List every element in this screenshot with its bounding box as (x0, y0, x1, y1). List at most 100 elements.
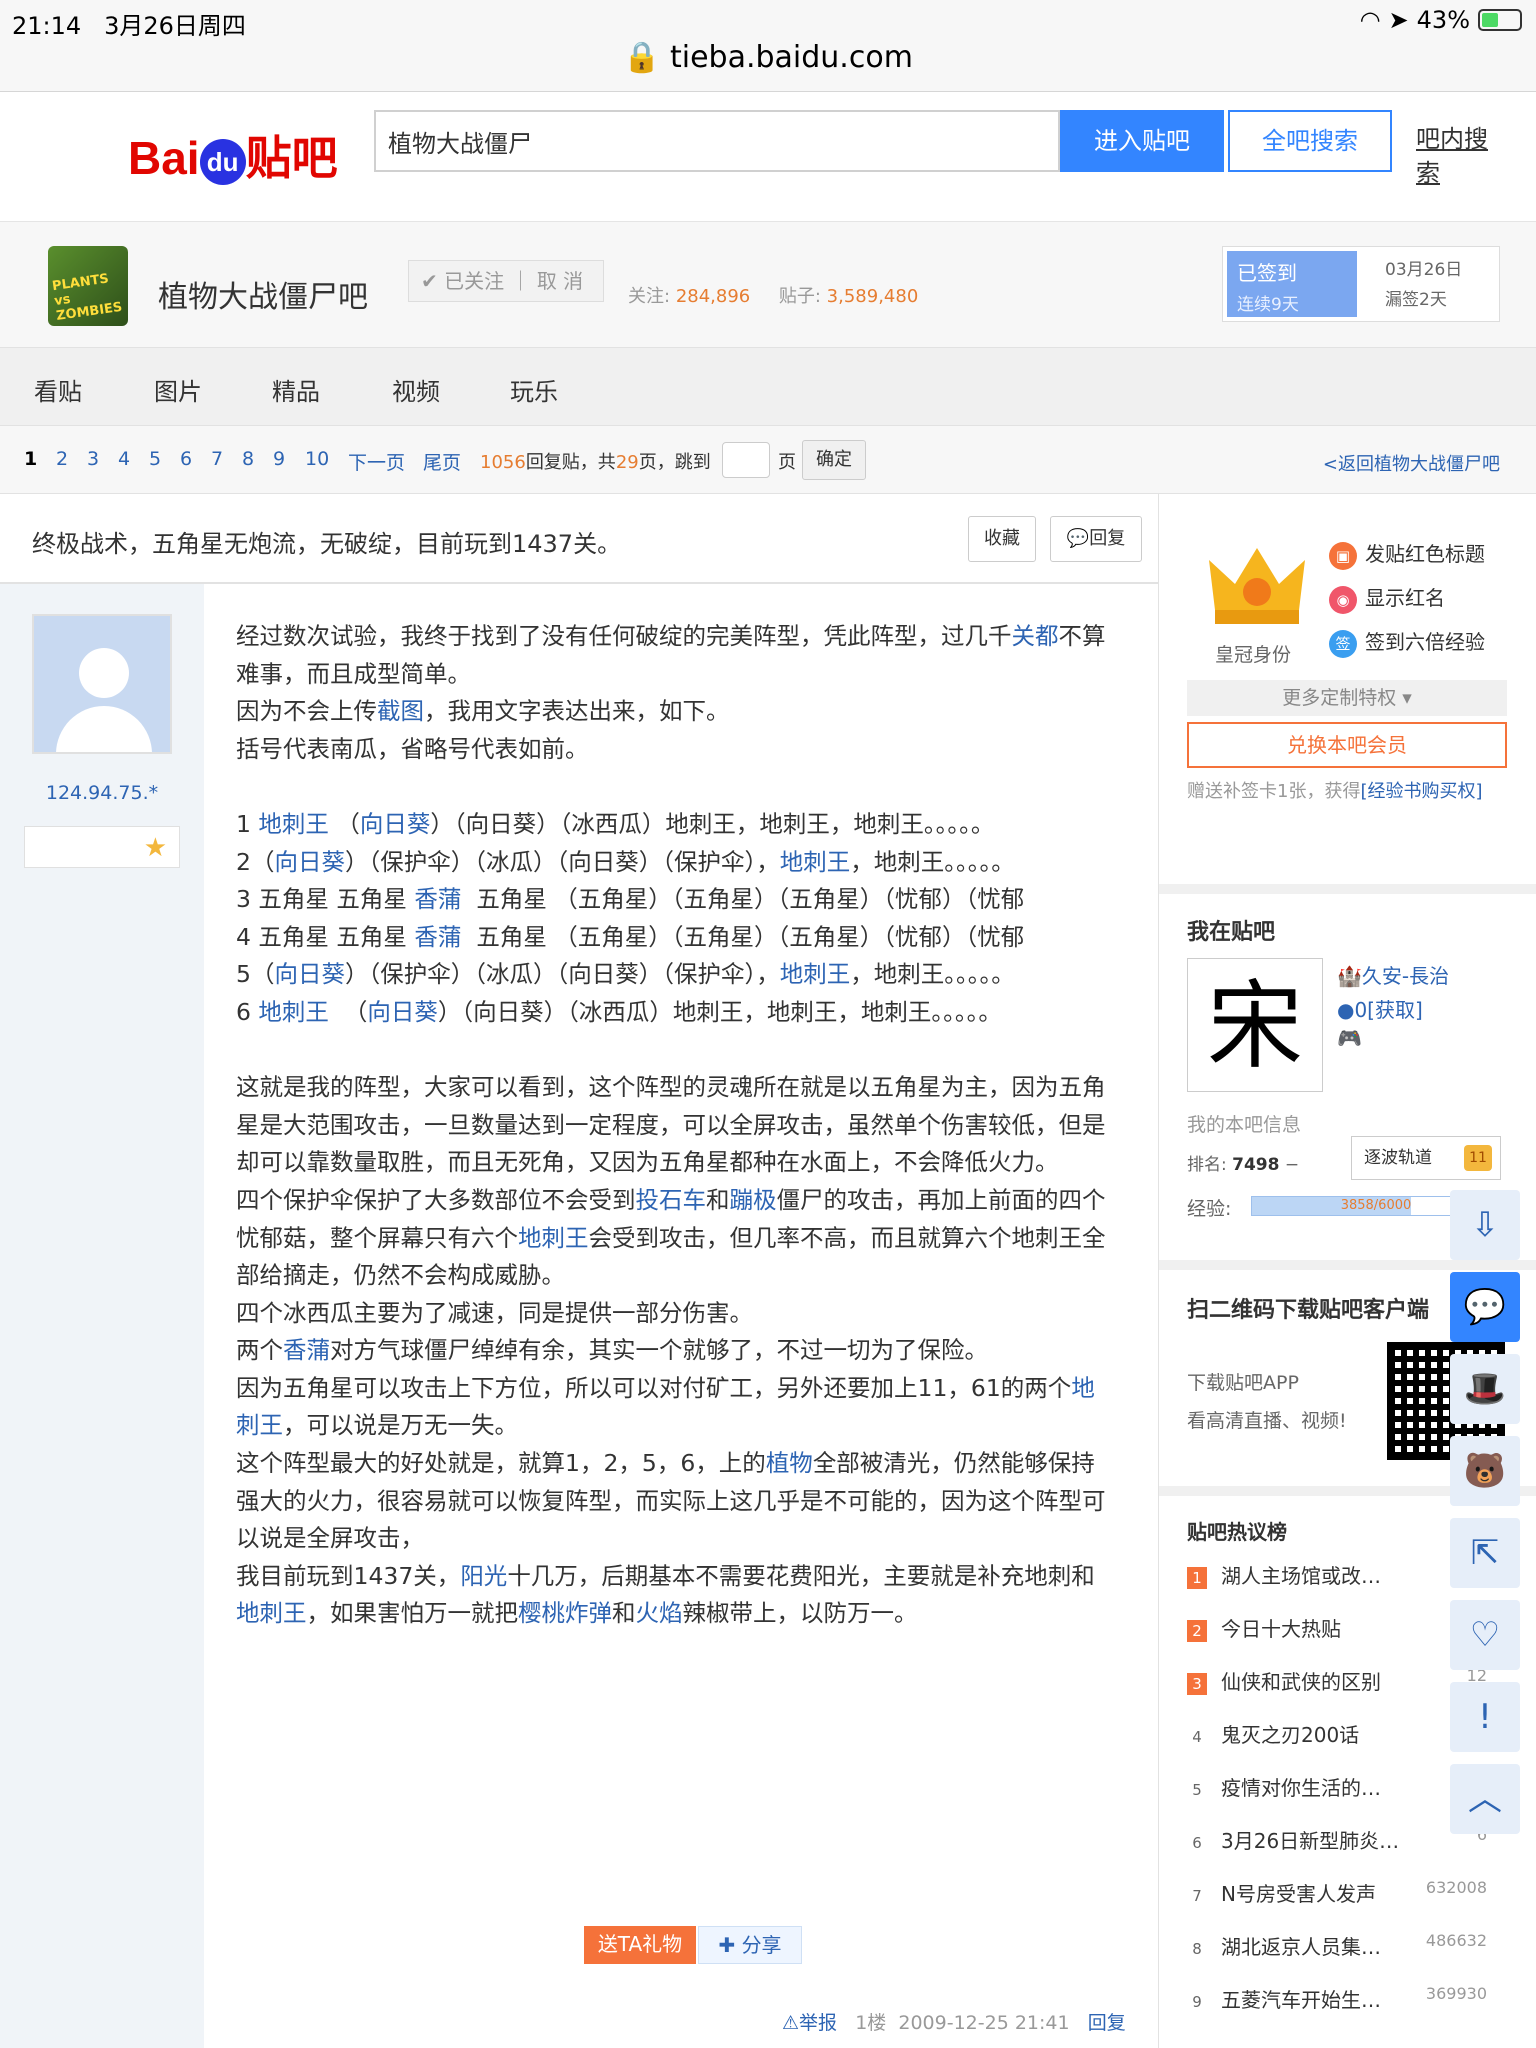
page-link[interactable]: 8 (242, 448, 254, 470)
post-paragraph: 5（向日葵）（保护伞）（冰瓜）（向日葵）（保护伞），地刺王，地刺王。。。。。 (236, 960, 1015, 989)
page-link[interactable]: 9 (273, 448, 285, 470)
share-icon[interactable]: ⇱ (1450, 1518, 1520, 1588)
back-to-forum-link[interactable]: <返回植物大战僵尸吧 (1323, 450, 1500, 476)
my-avatar[interactable]: 宋 (1187, 958, 1323, 1092)
page-jump-input[interactable] (722, 442, 770, 478)
tab-posts[interactable]: 看贴 (34, 372, 82, 407)
list-item[interactable]: 9 五菱汽车开始生… 369930 (1187, 1984, 1487, 2013)
keyword-link[interactable]: 向日葵 (274, 848, 345, 876)
feedback-icon[interactable]: ! (1450, 1682, 1520, 1752)
tab-video[interactable]: 视频 (392, 372, 440, 407)
collect-button[interactable]: 收藏 (968, 516, 1036, 562)
back-to-top-icon[interactable]: ︿ (1450, 1764, 1520, 1834)
keyword-link[interactable]: 地刺王 (236, 1599, 307, 1627)
comment-icon[interactable]: 💬 (1450, 1272, 1520, 1342)
page-link[interactable]: 2 (56, 448, 68, 470)
keyword-link[interactable]: 香蒲 (414, 923, 461, 951)
magic-hat-icon[interactable]: 🎩 (1450, 1354, 1520, 1424)
send-gift-button[interactable]: 送TA礼物 (584, 1926, 696, 1964)
page-link[interactable]: 5 (149, 448, 161, 470)
list-item[interactable]: 1湖人主场馆或改…18 (1187, 1560, 1487, 1589)
keyword-link[interactable]: 蹦极 (730, 1186, 777, 1214)
keyword-link[interactable]: 地刺王 (258, 998, 329, 1026)
signed-button[interactable]: 已签到 连续9天 (1227, 251, 1357, 317)
keyword-link[interactable]: 地刺王 (258, 810, 329, 838)
list-item[interactable]: 4鬼灭之刃200话10 (1187, 1719, 1487, 1748)
tab-images[interactable]: 图片 (154, 372, 202, 407)
page-link[interactable]: 4 (118, 448, 130, 470)
forum-name[interactable]: 植物大战僵尸吧 (158, 272, 368, 316)
author-column: 124.94.75.* ★ (0, 584, 204, 2048)
list-item[interactable]: 8 湖北返京人员集… 486632 (1187, 1931, 1487, 1960)
more-privileges-button[interactable]: 更多定制特权 ▾ (1187, 680, 1507, 716)
browser-status-bar: 21:14 3月26日周四 ◠ ➤ 43% 🔒 tieba.baidu.com (0, 0, 1536, 92)
keyword-link[interactable]: 向日葵 (367, 998, 438, 1026)
forum-avatar[interactable]: PLANTS vs ZOMBIES (48, 246, 128, 326)
my-tieba-title: 我在贴吧 (1187, 920, 1276, 945)
keyword-link[interactable]: 地刺王 (236, 1374, 1095, 1440)
post-paragraph: 这就是我的阵型，大家可以看到，这个阵型的灵魂所在就是以五角星为主，因为五角星是大… (236, 1073, 1106, 1177)
follow-toggle[interactable]: ✔ 已关注 ｜ 取 消 (408, 260, 604, 302)
tab-featured[interactable]: 精品 (272, 372, 320, 407)
keyword-link[interactable]: 香蒲 (283, 1336, 330, 1364)
warning-icon: ⚠ (782, 2012, 800, 2034)
report-link[interactable]: ⚠举报 (782, 2012, 837, 2034)
keyword-link[interactable]: 地刺王 (780, 848, 851, 876)
heart-icon[interactable]: ♡ (1450, 1600, 1520, 1670)
list-item[interactable]: 2今日十大热贴16 (1187, 1613, 1487, 1642)
search-input[interactable]: 植物大战僵尸 (374, 110, 1060, 172)
page-link[interactable]: 10 (305, 448, 329, 470)
keyword-link[interactable]: 投石车 (636, 1186, 707, 1214)
post-paragraph: 四个保护伞保护了大多数部位不会受到投石车和蹦极僵尸的攻击，再加上前面的四个忧郁菇… (236, 1185, 1106, 1290)
author-ip[interactable]: 124.94.75.* (0, 782, 204, 804)
next-page-link[interactable]: 下一页 (348, 448, 405, 475)
page-link[interactable]: 1 (24, 448, 37, 470)
post-paragraph: 1 地刺王 （向日葵）（向日葵）（冰西瓜）地刺王，地刺王，地刺王。。。。。 (236, 809, 995, 838)
crown-icon (1209, 548, 1305, 624)
post-paragraph: 这个阵型最大的好处就是，就算1，2，5，6，上的植物全部被清光，仍然能够保持强大… (236, 1449, 1106, 1553)
keyword-link[interactable]: 樱桃炸弹 (518, 1599, 612, 1627)
page-link[interactable]: 7 (211, 448, 223, 470)
keyword-link[interactable]: 阳光 (460, 1562, 507, 1590)
keyword-link[interactable]: 地刺王 (518, 1224, 589, 1252)
address-bar[interactable]: 🔒 tieba.baidu.com (0, 40, 1536, 75)
keyword-link[interactable]: 向日葵 (360, 810, 431, 838)
keyword-link[interactable]: 关都 (1012, 622, 1059, 650)
keyword-link[interactable]: 植物 (766, 1449, 813, 1477)
post-paragraph: 4 五角星 五角星 香蒲 五角星 （五角星）（五角星）（五角星）（忧郁）（忧郁 (236, 922, 1025, 951)
list-item[interactable]: 5疫情对你生活的…7 (1187, 1772, 1487, 1801)
list-item[interactable]: 7 N号房受害人发声 632008 (1187, 1878, 1487, 1907)
search-all-button[interactable]: 全吧搜索 (1228, 110, 1392, 172)
divider (1159, 884, 1536, 894)
download-app-icon[interactable]: ⇩ (1450, 1190, 1520, 1260)
list-item[interactable]: 3 仙侠和武侠的区别 12 (1187, 1666, 1487, 1695)
search-in-bar-link[interactable]: 吧内搜索 (1416, 122, 1496, 190)
exp-book-link[interactable]: [经验书购买权] (1360, 781, 1482, 802)
my-coins[interactable]: ●0[获取] (1337, 994, 1423, 1023)
page-jump-confirm[interactable]: 确定 (802, 440, 866, 480)
bear-icon[interactable]: 🐻 (1450, 1436, 1520, 1506)
page-link[interactable]: 6 (180, 448, 192, 470)
tab-fun[interactable]: 玩乐 (510, 372, 558, 407)
keyword-link[interactable]: 截图 (377, 697, 424, 725)
reply-button[interactable]: 💬回复 (1050, 516, 1142, 562)
my-username[interactable]: 🏰久安-長治 (1337, 960, 1449, 989)
page-link[interactable]: 3 (87, 448, 99, 470)
avatar[interactable] (32, 614, 172, 754)
site-header: Bai du 贴吧 植物大战僵尸 进入贴吧 全吧搜索 吧内搜索 (0, 92, 1536, 222)
qr-line: 下载贴吧APP (1187, 1372, 1299, 1394)
level-badge[interactable]: 11 逐波轨道 (1351, 1136, 1501, 1180)
keyword-link[interactable]: 火焰 (636, 1599, 683, 1627)
share-button[interactable]: ✚ 分享 (698, 1926, 802, 1964)
keyword-link[interactable]: 向日葵 (274, 960, 345, 988)
baidu-tieba-logo[interactable]: Bai du 贴吧 (128, 122, 338, 188)
exchange-membership-button[interactable]: 兑换本吧会员 (1187, 722, 1507, 768)
keyword-link[interactable]: 香蒲 (414, 885, 461, 913)
reply-count: 1056回复贴，共29页，跳到 (480, 452, 711, 473)
post-paragraph: 两个香蒲对方气球僵尸绰绰有余，其实一个就够了，不过一切为了保险。 (236, 1336, 988, 1365)
list-item[interactable]: 6 3月26日新型肺炎… 6 (1187, 1825, 1487, 1854)
last-page-link[interactable]: 尾页 (423, 448, 461, 475)
reply-link[interactable]: 回复 (1088, 2012, 1126, 2034)
keyword-link[interactable]: 地刺王 (780, 960, 851, 988)
enter-bar-button[interactable]: 进入贴吧 (1060, 110, 1224, 172)
